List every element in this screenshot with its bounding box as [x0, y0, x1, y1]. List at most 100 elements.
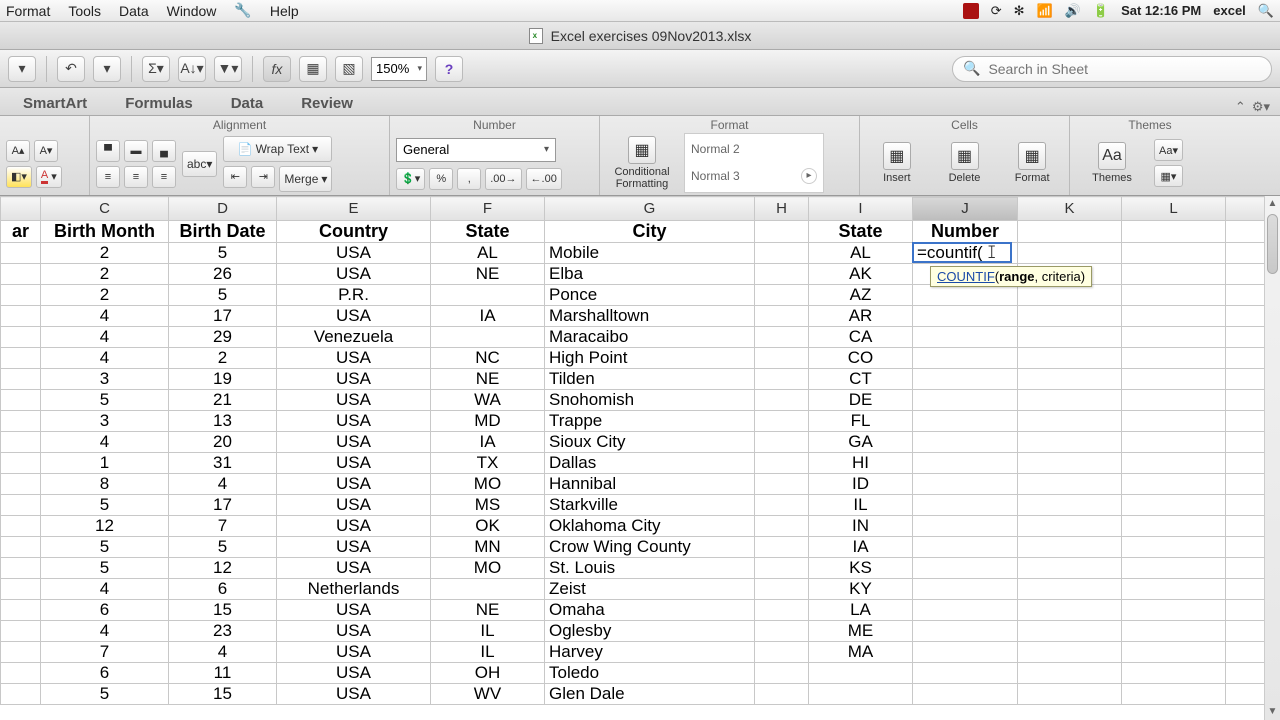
cell[interactable]: [1018, 306, 1122, 327]
script-menu-icon[interactable]: 🔧: [234, 2, 251, 19]
cell[interactable]: [1, 390, 41, 411]
cell[interactable]: [1, 558, 41, 579]
cell[interactable]: [755, 348, 809, 369]
cell[interactable]: [1, 327, 41, 348]
cell[interactable]: [1122, 306, 1226, 327]
cell[interactable]: [1, 474, 41, 495]
decrease-decimal-button[interactable]: ←.00: [526, 168, 562, 190]
align-right-button[interactable]: ≡: [152, 166, 176, 188]
cell[interactable]: 19: [169, 369, 277, 390]
ribbon-settings-icon[interactable]: ⚙▾: [1252, 99, 1270, 115]
gallery-button[interactable]: ▧: [335, 56, 363, 82]
cell[interactable]: [913, 579, 1018, 600]
cell[interactable]: Snohomish: [545, 390, 755, 411]
cell[interactable]: AZ: [809, 285, 913, 306]
cell[interactable]: [1018, 453, 1122, 474]
cell[interactable]: [1122, 579, 1226, 600]
header-cell[interactable]: City: [545, 221, 755, 243]
header-cell[interactable]: Number: [913, 221, 1018, 243]
tooltip-function-name[interactable]: COUNTIF: [937, 269, 995, 284]
cell[interactable]: 4: [41, 432, 169, 453]
cell[interactable]: IN: [809, 516, 913, 537]
cell[interactable]: [913, 600, 1018, 621]
cell[interactable]: [755, 474, 809, 495]
cell[interactable]: USA: [277, 495, 431, 516]
cell[interactable]: [1018, 411, 1122, 432]
cell[interactable]: [1, 432, 41, 453]
battery-icon[interactable]: 🔋: [1093, 3, 1109, 19]
cell[interactable]: 7: [41, 642, 169, 663]
column-header[interactable]: I: [809, 197, 913, 221]
cell[interactable]: USA: [277, 411, 431, 432]
column-header[interactable]: C: [41, 197, 169, 221]
cell[interactable]: [1122, 600, 1226, 621]
cell[interactable]: Venezuela: [277, 327, 431, 348]
save-button[interactable]: ▾: [8, 56, 36, 82]
cell[interactable]: Trappe: [545, 411, 755, 432]
cell[interactable]: AL: [809, 243, 913, 264]
cell[interactable]: ME: [809, 621, 913, 642]
column-header[interactable]: H: [755, 197, 809, 221]
cell[interactable]: 6: [41, 600, 169, 621]
cell[interactable]: [755, 642, 809, 663]
cell[interactable]: 26: [169, 264, 277, 285]
theme-fonts-button[interactable]: Aa▾: [1154, 139, 1183, 161]
align-center-button[interactable]: ≡: [124, 166, 148, 188]
cell[interactable]: St. Louis: [545, 558, 755, 579]
cell[interactable]: 5: [41, 390, 169, 411]
cell[interactable]: [755, 390, 809, 411]
cell[interactable]: 15: [169, 600, 277, 621]
cell[interactable]: Toledo: [545, 663, 755, 684]
cell[interactable]: [1018, 558, 1122, 579]
wrap-text-button[interactable]: 📄 Wrap Text ▾: [223, 136, 332, 162]
cell[interactable]: [1226, 453, 1266, 474]
cell[interactable]: [1018, 243, 1122, 264]
cell[interactable]: 5: [41, 537, 169, 558]
menu-format[interactable]: Format: [6, 3, 50, 19]
align-left-button[interactable]: ≡: [96, 166, 120, 188]
cell[interactable]: USA: [277, 369, 431, 390]
cell[interactable]: [1018, 621, 1122, 642]
cell[interactable]: [1122, 390, 1226, 411]
cell[interactable]: CA: [809, 327, 913, 348]
cell[interactable]: 5: [41, 558, 169, 579]
align-bottom-button[interactable]: ▄: [152, 140, 176, 162]
cell[interactable]: 3: [41, 369, 169, 390]
header-cell[interactable]: [755, 221, 809, 243]
cell[interactable]: 12: [169, 558, 277, 579]
cell[interactable]: [1122, 663, 1226, 684]
cell[interactable]: MO: [431, 558, 545, 579]
insert-cells-button[interactable]: ▦Insert: [866, 133, 928, 193]
cell[interactable]: [755, 579, 809, 600]
clock[interactable]: Sat 12:16 PM: [1121, 3, 1201, 18]
cell[interactable]: Harvey: [545, 642, 755, 663]
cell[interactable]: [913, 684, 1018, 705]
cell[interactable]: Glen Dale: [545, 684, 755, 705]
increase-font-button[interactable]: A▴: [6, 140, 30, 162]
cell[interactable]: KS: [809, 558, 913, 579]
cell[interactable]: [1, 642, 41, 663]
cell[interactable]: [1226, 558, 1266, 579]
cell[interactable]: [755, 495, 809, 516]
cell[interactable]: [1122, 453, 1226, 474]
cell[interactable]: 8: [41, 474, 169, 495]
cell[interactable]: [1018, 663, 1122, 684]
cell[interactable]: Zeist: [545, 579, 755, 600]
cell[interactable]: 4: [41, 621, 169, 642]
cell[interactable]: [913, 306, 1018, 327]
cell[interactable]: [755, 306, 809, 327]
cell[interactable]: IA: [431, 432, 545, 453]
cell[interactable]: 2: [41, 285, 169, 306]
cell[interactable]: High Point: [545, 348, 755, 369]
column-header[interactable]: J: [913, 197, 1018, 221]
header-cell[interactable]: ar: [1, 221, 41, 243]
sort-button[interactable]: A↓▾: [178, 56, 206, 82]
cell[interactable]: NE: [431, 369, 545, 390]
cell[interactable]: [1226, 537, 1266, 558]
sync-icon[interactable]: ✻: [1014, 3, 1025, 19]
cell[interactable]: [755, 243, 809, 264]
column-header[interactable]: D: [169, 197, 277, 221]
cell[interactable]: [755, 453, 809, 474]
styles-more-icon[interactable]: ▸: [801, 168, 817, 184]
cell[interactable]: [1018, 327, 1122, 348]
